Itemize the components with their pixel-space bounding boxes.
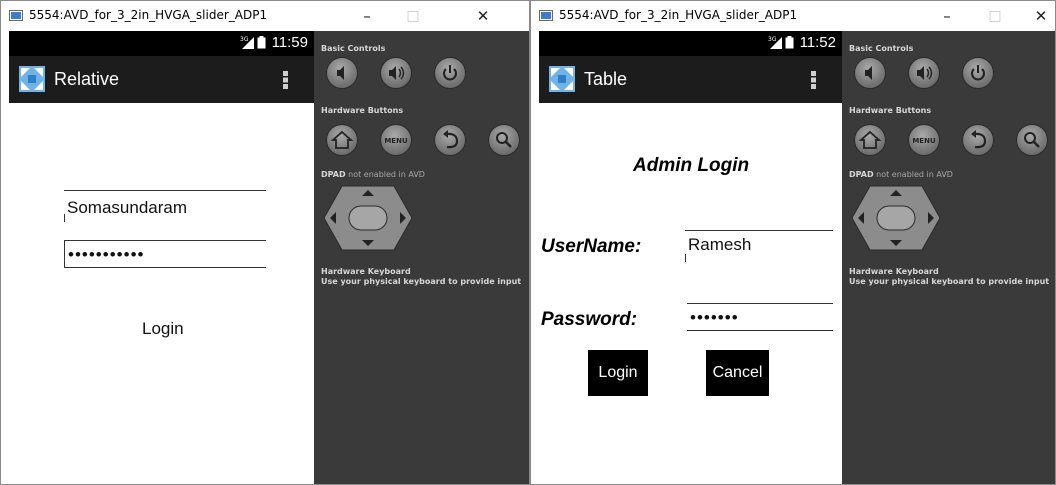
home-icon <box>330 130 354 149</box>
overflow-menu-icon[interactable] <box>283 71 289 89</box>
emulator-controls-panel: Basic Controls Hardware Buttons MENU DPA… <box>842 31 1055 484</box>
volume-up-icon <box>389 66 405 80</box>
device-screen: 3G 11:59 Relative Somasundaram •••••••••… <box>9 31 314 484</box>
dpad-heading: DPAD not enabled in AVD <box>849 170 953 179</box>
back-button[interactable] <box>962 124 994 156</box>
hardware-keyboard-note: Use your physical keyboard to provide in… <box>849 277 1050 286</box>
device-screen: 3G 11:52 Table Admin Login UserName: Ram… <box>539 31 842 484</box>
menu-button[interactable]: MENU <box>380 124 412 156</box>
maximize-button[interactable]: □ <box>985 6 1005 26</box>
dpad-control[interactable] <box>322 184 414 252</box>
password-value: ••••••• <box>690 308 739 327</box>
hardware-keyboard-heading: Hardware Keyboard <box>321 267 411 276</box>
login-button[interactable]: Login <box>142 319 184 339</box>
back-icon <box>971 130 987 149</box>
admin-login-heading: Admin Login <box>633 155 750 176</box>
status-bar: 3G 11:59 <box>9 31 314 56</box>
window-title: 5554:AVD_for_3_2in_HVGA_slider_ADP1 <box>559 8 798 22</box>
password-label: Password: <box>541 309 638 330</box>
power-button[interactable] <box>962 57 994 89</box>
volume-down-button[interactable] <box>854 57 886 89</box>
hardware-buttons-heading: Hardware Buttons <box>321 106 404 115</box>
maximize-button[interactable]: □ <box>403 6 423 26</box>
power-icon <box>971 65 985 81</box>
close-button[interactable]: ✕ <box>473 6 493 26</box>
network-type-label: 3G <box>240 36 249 43</box>
minimize-button[interactable]: – <box>937 6 957 26</box>
home-button[interactable] <box>854 124 886 156</box>
status-time: 11:59 <box>271 34 308 51</box>
dpad-heading: DPAD not enabled in AVD <box>321 170 425 179</box>
action-bar: Relative <box>9 56 314 103</box>
signal-3g-icon: 3G <box>240 36 254 49</box>
basic-controls-heading: Basic Controls <box>321 44 386 53</box>
power-button[interactable] <box>434 57 466 89</box>
close-button[interactable]: ✕ <box>1031 6 1051 26</box>
network-type-label: 3G <box>768 36 777 43</box>
table-layout-content: Admin Login UserName: Ramesh Password: •… <box>539 103 842 484</box>
back-button[interactable] <box>434 124 466 156</box>
status-time: 11:52 <box>799 34 836 51</box>
window-titlebar[interactable]: 5554:AVD_for_3_2in_HVGA_slider_ADP1 – □ … <box>1 1 529 31</box>
login-button[interactable]: Login <box>588 350 648 396</box>
username-value: Ramesh <box>688 235 752 254</box>
volume-up-button[interactable] <box>380 57 412 89</box>
window-title: 5554:AVD_for_3_2in_HVGA_slider_ADP1 <box>29 8 268 22</box>
home-button[interactable] <box>326 124 358 156</box>
basic-controls-heading: Basic Controls <box>849 44 914 53</box>
status-bar: 3G 11:52 <box>539 31 842 56</box>
menu-button-label: MENU <box>384 137 408 145</box>
search-icon <box>496 132 512 148</box>
battery-icon <box>257 36 266 49</box>
password-input[interactable]: ••••••• <box>687 303 833 331</box>
menu-button-label: MENU <box>912 137 936 145</box>
emulator-window-table: 5554:AVD_for_3_2in_HVGA_slider_ADP1 – □ … <box>530 0 1056 485</box>
username-label: UserName: <box>541 236 642 257</box>
hardware-keyboard-note: Use your physical keyboard to provide in… <box>321 277 522 286</box>
cancel-button[interactable]: Cancel <box>706 350 769 396</box>
back-icon <box>443 130 459 149</box>
action-bar: Table <box>539 56 842 103</box>
volume-down-button[interactable] <box>326 57 358 89</box>
window-titlebar[interactable]: 5554:AVD_for_3_2in_HVGA_slider_ADP1 – □ … <box>531 1 1055 31</box>
power-icon <box>443 65 457 81</box>
battery-icon <box>785 36 794 49</box>
emulator-app-icon <box>9 10 23 21</box>
minimize-button[interactable]: – <box>357 6 377 26</box>
app-launcher-icon[interactable] <box>549 66 575 92</box>
username-input[interactable]: Somasundaram <box>64 190 266 222</box>
relative-layout-content: Somasundaram ••••••••••• Login <box>9 103 314 484</box>
volume-up-button[interactable] <box>908 57 940 89</box>
menu-button[interactable]: MENU <box>908 124 940 156</box>
search-button[interactable] <box>1016 124 1048 156</box>
dpad-control[interactable] <box>850 184 942 252</box>
hardware-buttons-heading: Hardware Buttons <box>849 106 932 115</box>
username-input[interactable]: Ramesh <box>685 230 833 262</box>
volume-down-icon <box>337 66 344 80</box>
action-bar-title: Table <box>584 69 628 89</box>
password-input[interactable]: ••••••••••• <box>64 240 266 268</box>
search-button[interactable] <box>488 124 520 156</box>
volume-up-icon <box>917 66 933 80</box>
app-launcher-icon[interactable] <box>19 66 45 92</box>
signal-3g-icon: 3G <box>768 36 782 49</box>
home-icon <box>858 130 882 149</box>
hardware-keyboard-heading: Hardware Keyboard <box>849 267 939 276</box>
emulator-app-icon <box>539 10 553 21</box>
search-icon <box>1024 132 1040 148</box>
password-value: ••••••••••• <box>68 245 145 264</box>
action-bar-title: Relative <box>54 69 120 89</box>
emulator-controls-panel: Basic Controls Hardware Buttons MENU DPA… <box>314 31 529 484</box>
volume-down-icon <box>865 66 872 80</box>
overflow-menu-icon[interactable] <box>811 71 817 89</box>
username-value: Somasundaram <box>67 198 188 217</box>
emulator-window-relative: 5554:AVD_for_3_2in_HVGA_slider_ADP1 – □ … <box>0 0 530 485</box>
